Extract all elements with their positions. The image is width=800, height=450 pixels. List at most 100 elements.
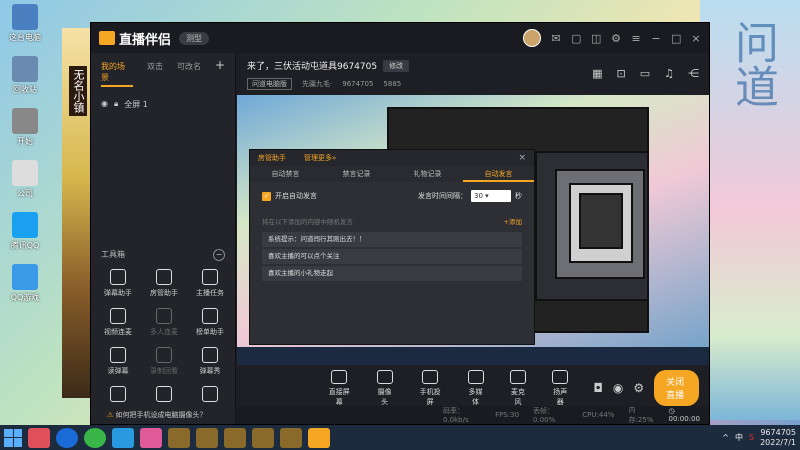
tool-danmu[interactable]: 弹幕助手 <box>95 269 141 298</box>
category-tag[interactable]: 问道电脑版 <box>247 78 292 90</box>
settings-icon[interactable]: ⚙ <box>611 32 621 45</box>
collapse-icon[interactable]: − <box>213 249 225 261</box>
taskbar-game3-icon[interactable] <box>224 427 246 448</box>
taskbar-game5-icon[interactable] <box>280 427 302 448</box>
skin-icon[interactable]: ◫ <box>591 32 601 45</box>
speaker-button[interactable]: 扬声器 <box>551 369 569 407</box>
add-message-button[interactable]: +添加 <box>504 216 522 226</box>
phone-cast-button[interactable]: 手机投屏 <box>418 369 442 407</box>
taskbar-app2-icon[interactable] <box>140 427 162 448</box>
tool-video[interactable]: 视频连麦 <box>95 308 141 337</box>
tab-rename[interactable]: 可改名 <box>177 61 201 87</box>
dialog-tab[interactable]: 自动禁言 <box>250 166 321 182</box>
desktop-icon[interactable]: 回收站 <box>4 56 46 95</box>
tab-double-click[interactable]: 双击 <box>147 61 163 87</box>
interval-select[interactable]: 30 ▾ <box>471 190 511 202</box>
lock-room-icon[interactable]: ⊡ <box>617 67 626 80</box>
eye-icon[interactable]: ◉ <box>101 99 108 110</box>
desktop-icon[interactable]: QQ游戏 <box>4 264 46 303</box>
desktop-icon-label: QQ游戏 <box>10 293 40 302</box>
clock[interactable]: 9674705 2022/7/1 <box>760 428 796 448</box>
settings-gear-icon[interactable]: ⚙ <box>633 381 644 395</box>
taskbar-play-icon[interactable] <box>112 427 134 448</box>
app-logo: 直播伴侣 <box>99 29 171 48</box>
tool-label: 视频连麦 <box>104 328 132 336</box>
taskbar-app-icon[interactable] <box>28 427 50 448</box>
tool-danmu-icon <box>110 269 126 285</box>
minimize-icon[interactable]: − <box>651 32 661 45</box>
tray-lang[interactable]: 中 <box>735 432 743 443</box>
desktop-icon[interactable]: 这台电脑 <box>4 4 46 43</box>
tool-more2[interactable] <box>141 386 187 405</box>
eye-preview-icon[interactable]: ◉ <box>613 381 623 395</box>
auto-message-item[interactable]: 喜欢主播的小礼物走起 <box>262 266 522 281</box>
lock-icon[interactable]: 🔒︎ <box>114 99 118 110</box>
taskbar-live-companion-icon[interactable] <box>308 427 330 448</box>
taskbar-game4-icon[interactable] <box>252 427 274 448</box>
windows-start-icon[interactable] <box>4 428 22 447</box>
camera-button[interactable]: 摄像头 <box>375 369 393 407</box>
manage-more-link[interactable]: 管理更多» <box>304 153 336 163</box>
dialog-close-icon[interactable]: × <box>518 153 526 163</box>
tools-title: 工具箱 <box>101 250 125 259</box>
add-scene-button[interactable]: + <box>215 59 225 87</box>
tool-record[interactable]: 录制回看 <box>141 347 187 376</box>
microphone-button[interactable]: 麦克风 <box>509 369 527 407</box>
stream-preview[interactable]: 房管助手 管理更多» × 自动禁言 禁言记录 礼物记录 自动发言 ✓ 开启自动发言 发… <box>237 95 709 365</box>
tool-multi[interactable]: 多人连麦 <box>141 308 187 337</box>
desktop-icon-label: 公司 <box>17 189 33 198</box>
dialog-tab[interactable]: 禁言记录 <box>321 166 392 182</box>
drop-frames: 丢帧：0.00% <box>533 407 556 424</box>
interval-value: 30 <box>474 192 483 200</box>
tool-more3[interactable] <box>187 386 233 405</box>
tool-label: 弹幕助手 <box>104 289 132 297</box>
tool-task[interactable]: 主播任务 <box>187 269 233 298</box>
taskbar-k-icon[interactable] <box>56 427 78 448</box>
taskbar-browser-icon[interactable] <box>84 427 106 448</box>
stop-live-button[interactable]: 关闭直播 <box>654 370 699 406</box>
user-avatar[interactable] <box>523 29 541 47</box>
tool-video-icon <box>110 308 126 324</box>
edit-title-button[interactable]: 修改 <box>383 59 410 72</box>
version-badge[interactable]: 测型 <box>179 31 210 45</box>
capture-screen-button[interactable]: 直接屏幕 <box>327 369 351 407</box>
tray-arrow-icon[interactable]: ^ <box>722 433 729 442</box>
camera-record-icon[interactable]: ◘ <box>593 381 603 395</box>
dialog-tab[interactable]: 自动发言 <box>463 166 534 182</box>
maximize-icon[interactable]: □ <box>671 32 681 45</box>
toolbar-label: 手机投屏 <box>419 387 441 406</box>
share-icon[interactable]: ⋲ <box>688 67 699 80</box>
mail-icon[interactable]: ✉ <box>551 32 561 45</box>
auto-message-item[interactable]: 系统提示：问道闯行其刚出去！！ <box>262 232 522 247</box>
tool-fangguan[interactable]: 房管助手 <box>141 269 187 298</box>
auto-message-item[interactable]: 喜欢主播的可以点个关注 <box>262 249 522 264</box>
scene-item[interactable]: ◉ 🔒︎ 全屏 1 <box>91 95 235 114</box>
multimedia-button[interactable]: 多媒体 <box>466 369 484 407</box>
tool-show[interactable]: 弹幕秀 <box>187 347 233 376</box>
tool-read[interactable]: 读弹幕 <box>95 347 141 376</box>
tab-my-scenes[interactable]: 我的场景 <box>101 61 133 87</box>
tool-label: 弹幕秀 <box>199 367 221 375</box>
live-companion-window: 直播伴侣 测型 ✉ ▢ ◫ ⚙ ≡ − □ × 我的场景 双击 可改名 + ◉ … <box>90 22 710 425</box>
screen-icon[interactable]: ▭ <box>640 67 650 80</box>
taskbar-game2-icon[interactable] <box>196 427 218 448</box>
close-icon[interactable]: × <box>691 32 701 45</box>
tip[interactable]: ⚠ 如何把手机设成电脑摄像头？ <box>99 410 429 420</box>
desktop-icon[interactable]: 开始 <box>4 108 46 147</box>
message-icon[interactable]: ▢ <box>571 32 581 45</box>
interval-unit: 秒 <box>515 192 522 200</box>
bell-icon[interactable]: ♫ <box>664 67 674 80</box>
layout-icon[interactable]: ▦ <box>592 67 602 80</box>
enable-checkbox[interactable]: ✓ <box>262 191 271 201</box>
tool-more1[interactable] <box>95 386 141 405</box>
tray-s-icon[interactable]: S <box>749 433 754 442</box>
speaker-icon <box>552 369 569 384</box>
menu-icon[interactable]: ≡ <box>631 32 641 45</box>
desktop-icon[interactable]: 腾讯QQ <box>4 212 46 251</box>
tool-rank[interactable]: 榜单助手 <box>187 308 233 337</box>
dialog-tab[interactable]: 礼物记录 <box>392 166 463 182</box>
taskbar-game1-icon[interactable] <box>168 427 190 448</box>
tool-label: 房管助手 <box>150 289 178 297</box>
toolbar-label: 多媒体 <box>468 387 483 406</box>
desktop-icon[interactable]: 公司 <box>4 160 46 199</box>
